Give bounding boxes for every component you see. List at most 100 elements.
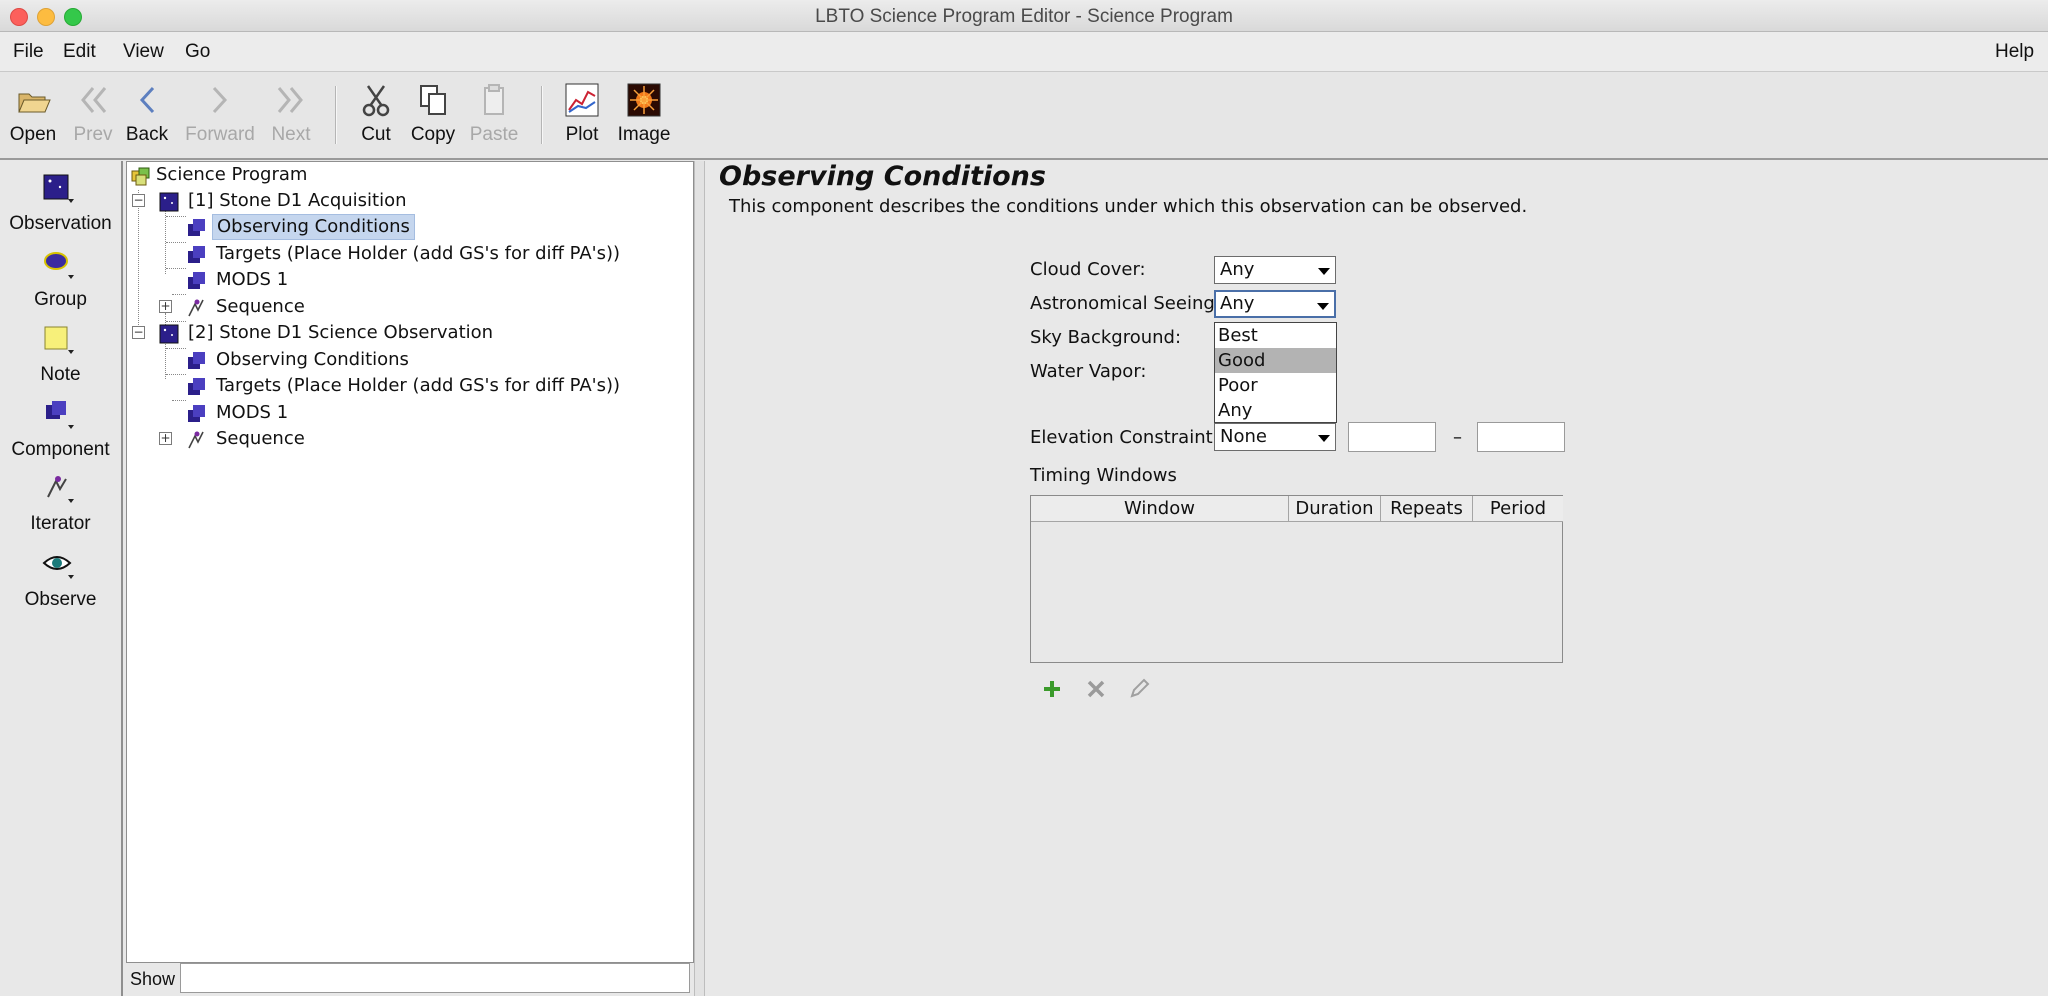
scissors-icon: [362, 85, 390, 117]
timing-windows-label: Timing Windows: [1030, 465, 1177, 486]
elevation-label: Elevation Constraint:: [1030, 427, 1219, 448]
chevron-left-icon: [139, 86, 155, 114]
seeing-label: Astronomical Seeing:: [1030, 293, 1221, 314]
palette-component[interactable]: Component: [0, 399, 121, 469]
tree-connector: [166, 374, 186, 375]
editor-panel: Observing Conditions This component desc…: [705, 161, 2048, 996]
component-palette: Observation Group Note Component Iterato…: [0, 161, 123, 996]
palette-observe[interactable]: Observe: [0, 549, 121, 619]
toolbar-separator: [335, 86, 337, 144]
clipboard-icon: [484, 84, 504, 115]
double-chevron-right-icon: [277, 87, 303, 113]
image-button[interactable]: Image: [617, 72, 671, 158]
paste-button[interactable]: Paste: [469, 72, 519, 158]
column-header-repeats[interactable]: Repeats: [1381, 496, 1473, 522]
copy-icon: [420, 85, 446, 115]
chevron-down-icon: [1317, 303, 1329, 310]
expand-toggle[interactable]: +: [159, 432, 172, 445]
tree-connector: [172, 294, 186, 295]
column-header-period[interactable]: Period: [1473, 496, 1563, 522]
open-button[interactable]: Open: [4, 72, 62, 158]
tree-connector: [165, 313, 166, 379]
split-pane-divider[interactable]: [694, 161, 705, 996]
eye-icon: [42, 556, 74, 579]
toolbar-separator: [541, 86, 543, 144]
component-icon: [188, 219, 205, 236]
palette-observation[interactable]: Observation: [0, 173, 121, 243]
toolbar: Open Prev Back Forward Next Cut Copy Pas…: [0, 72, 2048, 160]
tree-connector: [165, 208, 166, 274]
next-button[interactable]: Next: [266, 72, 316, 158]
program-tree[interactable]: Science Program − [1] Stone D1 Acquisiti…: [126, 161, 694, 963]
dropdown-option-best[interactable]: Best: [1215, 323, 1336, 348]
timing-windows-table[interactable]: Window Duration Repeats Period: [1030, 495, 1563, 663]
remove-icon[interactable]: [1084, 677, 1108, 701]
column-header-duration[interactable]: Duration: [1289, 496, 1381, 522]
component-icon: [188, 405, 205, 422]
component-icon: [188, 272, 205, 289]
tree-connector: [172, 400, 186, 401]
palette-note[interactable]: Note: [0, 324, 121, 394]
tree-connector: [166, 216, 186, 217]
tree-connector: [166, 321, 186, 322]
component-icon: [188, 246, 205, 263]
observation-icon: [159, 324, 179, 344]
seeing-select[interactable]: Any: [1214, 290, 1336, 318]
component-icon: [188, 352, 205, 369]
double-chevron-left-icon: [81, 87, 107, 113]
edit-pencil-icon[interactable]: [1127, 677, 1151, 701]
title-bar: LBTO Science Program Editor - Science Pr…: [0, 0, 2048, 32]
observation-icon: [159, 192, 179, 212]
show-label: Show: [130, 969, 176, 989]
tree-connector: [166, 348, 186, 349]
menu-file[interactable]: File: [13, 41, 44, 63]
window-title: LBTO Science Program Editor - Science Pr…: [815, 6, 1233, 27]
tree-connector: [166, 242, 186, 243]
collapse-toggle[interactable]: −: [132, 326, 145, 339]
editor-title: Observing Conditions: [719, 161, 1046, 192]
add-icon[interactable]: [1040, 677, 1064, 701]
show-filter-input[interactable]: [180, 963, 690, 993]
cloud-cover-select[interactable]: Any: [1214, 256, 1336, 284]
image-icon: [627, 83, 661, 117]
chevron-down-icon: [1318, 268, 1330, 275]
plot-button[interactable]: Plot: [562, 72, 602, 158]
dropdown-option-poor[interactable]: Poor: [1215, 373, 1336, 398]
back-button[interactable]: Back: [124, 72, 170, 158]
elevation-min-input[interactable]: [1348, 422, 1436, 452]
note-icon: [44, 326, 74, 354]
copy-button[interactable]: Copy: [408, 72, 458, 158]
tree-connector: [138, 190, 139, 337]
menu-help[interactable]: Help: [1995, 41, 2034, 63]
menu-go[interactable]: Go: [185, 41, 210, 63]
elevation-max-input[interactable]: [1477, 422, 1565, 452]
sky-background-label: Sky Background:: [1030, 327, 1182, 348]
column-header-window[interactable]: Window: [1031, 496, 1289, 522]
chevron-down-icon: [1318, 435, 1330, 442]
menu-edit[interactable]: Edit: [63, 41, 96, 63]
show-filter-bar: Show: [126, 963, 694, 996]
elevation-select[interactable]: None: [1214, 423, 1336, 451]
prev-button[interactable]: Prev: [68, 72, 118, 158]
dropdown-option-any[interactable]: Any: [1215, 398, 1336, 423]
plot-icon: [565, 83, 599, 117]
sequence-icon: [188, 299, 204, 317]
cut-button[interactable]: Cut: [356, 72, 396, 158]
menu-bar: File Edit View Go Help: [0, 32, 2048, 72]
dropdown-option-good[interactable]: Good: [1215, 348, 1336, 373]
iterator-icon: [47, 476, 74, 503]
seeing-dropdown-list: Best Good Poor Any: [1214, 322, 1337, 423]
observation-icon: [43, 174, 74, 203]
editor-description: This component describes the conditions …: [729, 196, 1528, 217]
sequence-icon: [188, 431, 204, 449]
folder-open-icon: [18, 93, 51, 113]
menu-view[interactable]: View: [123, 41, 164, 63]
palette-group[interactable]: Group: [0, 249, 121, 319]
forward-button[interactable]: Forward: [182, 72, 258, 158]
collapse-toggle[interactable]: −: [132, 194, 145, 207]
palette-iterator[interactable]: Iterator: [0, 473, 121, 543]
chevron-right-icon: [212, 86, 228, 114]
tree-connector: [166, 268, 186, 269]
expand-toggle[interactable]: +: [159, 300, 172, 313]
component-icon: [188, 378, 205, 395]
